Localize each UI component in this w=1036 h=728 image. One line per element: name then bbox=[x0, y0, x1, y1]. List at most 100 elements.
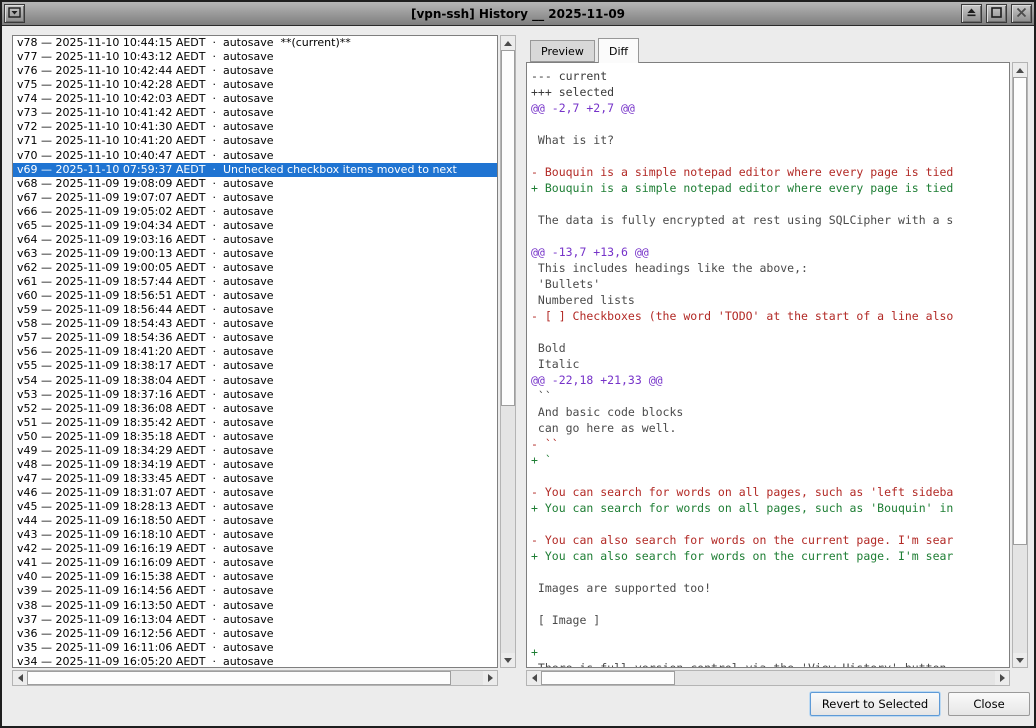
version-list-item[interactable]: v51 — 2025-11-09 18:35:42 AEDT · autosav… bbox=[13, 416, 497, 430]
scroll-up-arrow-icon[interactable] bbox=[1013, 63, 1027, 77]
version-list-item[interactable]: v62 — 2025-11-09 19:00:05 AEDT · autosav… bbox=[13, 261, 497, 275]
scroll-right-arrow-icon[interactable] bbox=[995, 671, 1009, 685]
version-list-item[interactable]: v63 — 2025-11-09 19:00:13 AEDT · autosav… bbox=[13, 247, 497, 261]
diff-line: And basic code blocks bbox=[531, 404, 1009, 420]
diff-hscroll-thumb[interactable] bbox=[541, 671, 675, 685]
version-list-item[interactable]: v46 — 2025-11-09 18:31:07 AEDT · autosav… bbox=[13, 486, 497, 500]
window-menu-icon bbox=[8, 4, 21, 23]
close-button[interactable] bbox=[1011, 4, 1032, 23]
titlebar[interactable]: [vpn-ssh] History __ 2025-11-09 bbox=[2, 2, 1034, 26]
version-list-item[interactable]: v69 — 2025-11-10 07:59:37 AEDT · Uncheck… bbox=[13, 163, 497, 177]
version-list-item[interactable]: v39 — 2025-11-09 16:14:56 AEDT · autosav… bbox=[13, 584, 497, 598]
scroll-left-arrow-icon[interactable] bbox=[13, 671, 27, 685]
diff-line: The data is fully encrypted at rest usin… bbox=[531, 212, 1009, 228]
scroll-down-arrow-icon[interactable] bbox=[1013, 653, 1027, 667]
diff-line: This includes headings like the above,: bbox=[531, 260, 1009, 276]
scroll-left-arrow-icon[interactable] bbox=[527, 671, 541, 685]
diff-line bbox=[531, 468, 1009, 484]
diff-line: Images are supported too! bbox=[531, 580, 1009, 596]
version-list-item[interactable]: v49 — 2025-11-09 18:34:29 AEDT · autosav… bbox=[13, 444, 497, 458]
version-list-vscrollbar[interactable] bbox=[500, 35, 516, 668]
tab-diff[interactable]: Diff bbox=[598, 38, 639, 63]
version-list-item[interactable]: v67 — 2025-11-09 19:07:07 AEDT · autosav… bbox=[13, 191, 497, 205]
version-list-item[interactable]: v59 — 2025-11-09 18:56:44 AEDT · autosav… bbox=[13, 303, 497, 317]
revert-to-selected-button[interactable]: Revert to Selected bbox=[810, 692, 940, 716]
diff-line: @@ -13,7 +13,6 @@ bbox=[531, 244, 1009, 260]
version-list-item[interactable]: v77 — 2025-11-10 10:43:12 AEDT · autosav… bbox=[13, 50, 497, 64]
version-list-item[interactable]: v73 — 2025-11-10 10:41:42 AEDT · autosav… bbox=[13, 106, 497, 120]
diff-line bbox=[531, 628, 1009, 644]
diff-pane[interactable]: --- current+++ selected@@ -2,7 +2,7 @@ W… bbox=[526, 62, 1010, 668]
version-list-item[interactable]: v71 — 2025-11-10 10:41:20 AEDT · autosav… bbox=[13, 134, 497, 148]
version-list-item[interactable]: v54 — 2025-11-09 18:38:04 AEDT · autosav… bbox=[13, 374, 497, 388]
diff-line bbox=[531, 324, 1009, 340]
version-list-item[interactable]: v70 — 2025-11-10 10:40:47 AEDT · autosav… bbox=[13, 149, 497, 163]
version-list-vscroll-thumb[interactable] bbox=[501, 50, 515, 406]
close-button-label: Close bbox=[973, 697, 1004, 711]
diff-vscrollbar[interactable] bbox=[1012, 62, 1028, 668]
version-list-item[interactable]: v48 — 2025-11-09 18:34:19 AEDT · autosav… bbox=[13, 458, 497, 472]
diff-line: --- current bbox=[531, 68, 1009, 84]
diff-line: + Bouquin is a simple notepad editor whe… bbox=[531, 180, 1009, 196]
version-list-item[interactable]: v74 — 2025-11-10 10:42:03 AEDT · autosav… bbox=[13, 92, 497, 106]
diff-vscroll-thumb[interactable] bbox=[1013, 77, 1027, 545]
version-list-item[interactable]: v65 — 2025-11-09 19:04:34 AEDT · autosav… bbox=[13, 219, 497, 233]
diff-line: @@ -2,7 +2,7 @@ bbox=[531, 100, 1009, 116]
version-list-item[interactable]: v76 — 2025-11-10 10:42:44 AEDT · autosav… bbox=[13, 64, 497, 78]
version-list-item[interactable]: v58 — 2025-11-09 18:54:43 AEDT · autosav… bbox=[13, 317, 497, 331]
diff-line: There is full version control via the 'V… bbox=[531, 660, 1009, 668]
maximize-button[interactable] bbox=[986, 4, 1007, 23]
window-menu-button[interactable] bbox=[4, 4, 25, 23]
version-list-item[interactable]: v66 — 2025-11-09 19:05:02 AEDT · autosav… bbox=[13, 205, 497, 219]
close-dialog-button[interactable]: Close bbox=[948, 692, 1030, 716]
version-list-item[interactable]: v36 — 2025-11-09 16:12:56 AEDT · autosav… bbox=[13, 627, 497, 641]
version-list-item[interactable]: v68 — 2025-11-09 19:08:09 AEDT · autosav… bbox=[13, 177, 497, 191]
version-list-item[interactable]: v72 — 2025-11-10 10:41:30 AEDT · autosav… bbox=[13, 120, 497, 134]
diff-hscrollbar[interactable] bbox=[526, 670, 1010, 686]
diff-line: - `` bbox=[531, 436, 1009, 452]
version-list-hscroll-thumb[interactable] bbox=[27, 671, 451, 685]
version-list-item[interactable]: v41 — 2025-11-09 16:16:09 AEDT · autosav… bbox=[13, 556, 497, 570]
diff-line: 'Bullets' bbox=[531, 276, 1009, 292]
version-list-item[interactable]: v40 — 2025-11-09 16:15:38 AEDT · autosav… bbox=[13, 570, 497, 584]
version-list-item[interactable]: v60 — 2025-11-09 18:56:51 AEDT · autosav… bbox=[13, 289, 497, 303]
version-list[interactable]: v78 — 2025-11-10 10:44:15 AEDT · autosav… bbox=[12, 35, 498, 668]
version-list-item[interactable]: v50 — 2025-11-09 18:35:18 AEDT · autosav… bbox=[13, 430, 497, 444]
diff-line: - You can search for words on all pages,… bbox=[531, 484, 1009, 500]
tab-preview[interactable]: Preview bbox=[530, 40, 595, 62]
version-list-item[interactable]: v78 — 2025-11-10 10:44:15 AEDT · autosav… bbox=[13, 36, 497, 50]
version-list-item[interactable]: v47 — 2025-11-09 18:33:45 AEDT · autosav… bbox=[13, 472, 497, 486]
diff-line: Numbered lists bbox=[531, 292, 1009, 308]
version-list-item[interactable]: v34 — 2025-11-09 16:05:20 AEDT · autosav… bbox=[13, 655, 497, 668]
diff-line: - You can also search for words on the c… bbox=[531, 532, 1009, 548]
version-list-item[interactable]: v52 — 2025-11-09 18:36:08 AEDT · autosav… bbox=[13, 402, 497, 416]
scroll-right-arrow-icon[interactable] bbox=[483, 671, 497, 685]
version-list-item[interactable]: v64 — 2025-11-09 19:03:16 AEDT · autosav… bbox=[13, 233, 497, 247]
diff-line bbox=[531, 116, 1009, 132]
version-list-item[interactable]: v43 — 2025-11-09 16:18:10 AEDT · autosav… bbox=[13, 528, 497, 542]
diff-line: - Bouquin is a simple notepad editor whe… bbox=[531, 164, 1009, 180]
diff-line bbox=[531, 196, 1009, 212]
version-list-item[interactable]: v55 — 2025-11-09 18:38:17 AEDT · autosav… bbox=[13, 359, 497, 373]
scroll-down-arrow-icon[interactable] bbox=[501, 653, 515, 667]
diff-line: - [ ] Checkboxes (the word 'TODO' at the… bbox=[531, 308, 1009, 324]
version-list-item[interactable]: v61 — 2025-11-09 18:57:44 AEDT · autosav… bbox=[13, 275, 497, 289]
diff-line bbox=[531, 564, 1009, 580]
diff-line: + You can search for words on all pages,… bbox=[531, 500, 1009, 516]
version-list-hscrollbar[interactable] bbox=[12, 670, 498, 686]
shade-button[interactable] bbox=[961, 4, 982, 23]
version-list-item[interactable]: v56 — 2025-11-09 18:41:20 AEDT · autosav… bbox=[13, 345, 497, 359]
version-list-item[interactable]: v35 — 2025-11-09 16:11:06 AEDT · autosav… bbox=[13, 641, 497, 655]
version-list-item[interactable]: v44 — 2025-11-09 16:18:50 AEDT · autosav… bbox=[13, 514, 497, 528]
diff-line: What is it? bbox=[531, 132, 1009, 148]
scroll-up-arrow-icon[interactable] bbox=[501, 36, 515, 50]
version-list-item[interactable]: v57 — 2025-11-09 18:54:36 AEDT · autosav… bbox=[13, 331, 497, 345]
version-list-item[interactable]: v53 — 2025-11-09 18:37:16 AEDT · autosav… bbox=[13, 388, 497, 402]
version-list-item[interactable]: v38 — 2025-11-09 16:13:50 AEDT · autosav… bbox=[13, 599, 497, 613]
tab-preview-label: Preview bbox=[541, 45, 584, 58]
version-list-item[interactable]: v45 — 2025-11-09 18:28:13 AEDT · autosav… bbox=[13, 500, 497, 514]
version-list-item[interactable]: v42 — 2025-11-09 16:16:19 AEDT · autosav… bbox=[13, 542, 497, 556]
version-list-item[interactable]: v37 — 2025-11-09 16:13:04 AEDT · autosav… bbox=[13, 613, 497, 627]
version-list-item[interactable]: v75 — 2025-11-10 10:42:28 AEDT · autosav… bbox=[13, 78, 497, 92]
revert-button-label: Revert to Selected bbox=[822, 697, 928, 711]
